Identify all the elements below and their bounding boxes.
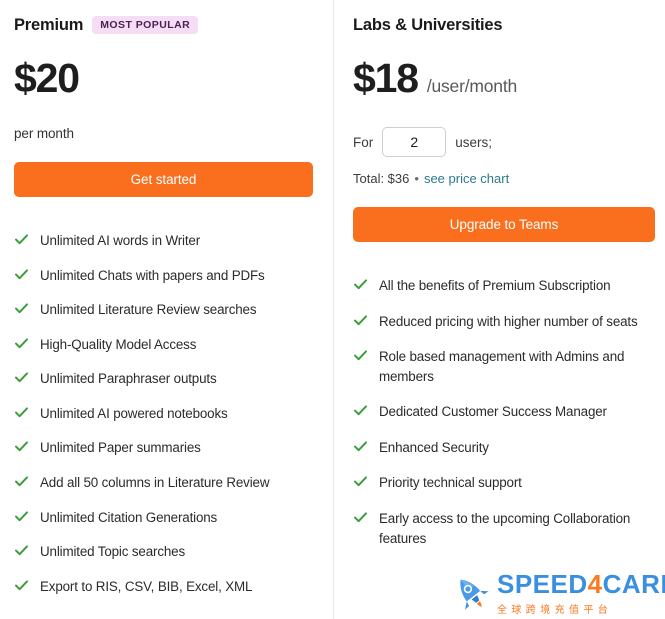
check-icon [14, 578, 29, 596]
feature-label: Unlimited AI powered notebooks [40, 405, 228, 421]
check-icon [353, 474, 368, 492]
check-icon [14, 301, 29, 319]
list-item: Reduced pricing with higher number of se… [353, 312, 655, 332]
feature-list-labs: All the benefits of Premium Subscription… [353, 276, 655, 548]
upgrade-to-teams-button[interactable]: Upgrade to Teams [353, 207, 655, 242]
check-icon [353, 348, 368, 366]
price-amount-labs: $18 [353, 55, 419, 101]
check-icon [353, 277, 368, 295]
plan-header-labs: Labs & Universities [353, 14, 655, 36]
check-icon [14, 474, 29, 492]
list-item: Dedicated Customer Success Manager [353, 402, 655, 422]
check-icon [14, 405, 29, 423]
feature-label: Unlimited Paper summaries [40, 440, 201, 456]
check-icon [14, 439, 29, 457]
feature-label: Enhanced Security [379, 439, 489, 455]
feature-label: Unlimited AI words in Writer [40, 233, 201, 248]
plan-title-labs: Labs & Universities [353, 15, 503, 34]
list-item: Export to RIS, CSV, BIB, Excel, XML [14, 577, 313, 597]
feature-label: High-Quality Model Access [40, 336, 197, 352]
check-icon [14, 336, 29, 354]
list-item: Unlimited Chats with papers and PDFs [14, 266, 313, 286]
feature-label: All the benefits of Premium Subscription [379, 278, 611, 293]
list-item: Role based management with Admins and me… [353, 347, 655, 386]
feature-label: Unlimited Literature Review searches [40, 302, 257, 318]
feature-label: Reduced pricing with higher number of se… [379, 313, 638, 329]
price-unit-labs: /user/month [426, 76, 518, 96]
plan-header-premium: Premium MOST POPULAR [14, 14, 313, 36]
price-row-premium: $20 [14, 58, 313, 102]
list-item: Early access to the upcoming Collaborati… [353, 509, 655, 548]
see-price-chart-link[interactable]: see price chart [424, 171, 509, 186]
plan-card-premium: Premium MOST POPULAR $20 per month Get s… [0, 0, 333, 619]
check-icon [353, 510, 368, 528]
list-item: Unlimited AI powered notebooks [14, 404, 313, 424]
plan-card-labs-universities: Labs & Universities $18 /user/month For … [333, 0, 665, 619]
list-item: Unlimited Paper summaries [14, 438, 313, 458]
feature-label: Dedicated Customer Success Manager [379, 404, 607, 420]
seats-quantity-input[interactable] [382, 127, 447, 157]
list-item: All the benefits of Premium Subscription [353, 276, 655, 296]
list-item: Unlimited Citation Generations [14, 508, 313, 528]
feature-list-premium: Unlimited AI words in Writer Unlimited C… [14, 231, 313, 596]
list-item: Unlimited Topic searches [14, 542, 313, 562]
feature-label: Early access to the upcoming Collaborati… [379, 510, 631, 546]
seats-suffix-label: users; [455, 134, 493, 150]
feature-label: Priority technical support [379, 475, 522, 491]
check-icon [14, 370, 29, 388]
total-row: Total: $36 • see price chart [353, 171, 655, 186]
list-item: Priority technical support [353, 473, 655, 493]
check-icon [353, 313, 368, 331]
seats-selector: For users; [353, 127, 655, 157]
check-icon [14, 543, 29, 561]
price-amount-premium: $20 [14, 55, 80, 101]
total-amount-label: Total: $36 [353, 171, 410, 186]
pricing-page: Premium MOST POPULAR $20 per month Get s… [0, 0, 665, 619]
check-icon [14, 267, 29, 285]
list-item: Unlimited AI words in Writer [14, 231, 313, 251]
seats-prefix-label: For [353, 134, 374, 150]
column-divider [333, 0, 334, 619]
feature-label: Add all 50 columns in Literature Review [40, 474, 270, 490]
total-separator: • [414, 171, 419, 186]
get-started-button[interactable]: Get started [14, 162, 313, 197]
feature-label: Unlimited Chats with papers and PDFs [40, 267, 265, 283]
list-item: Unlimited Literature Review searches [14, 300, 313, 320]
plan-title-premium: Premium [14, 15, 84, 34]
status-badge-most-popular: MOST POPULAR [92, 16, 199, 34]
feature-label: Unlimited Paraphraser outputs [40, 371, 217, 387]
price-row-labs: $18 /user/month [353, 58, 655, 102]
list-item: Add all 50 columns in Literature Review [14, 473, 313, 493]
check-icon [14, 509, 29, 527]
feature-label: Unlimited Topic searches [40, 544, 186, 560]
check-icon [353, 403, 368, 421]
feature-label: Export to RIS, CSV, BIB, Excel, XML [40, 578, 253, 594]
check-icon [14, 232, 29, 250]
list-item: Enhanced Security [353, 438, 655, 458]
feature-label: Unlimited Citation Generations [40, 509, 218, 525]
price-period-premium: per month [14, 126, 74, 141]
check-icon [353, 439, 368, 457]
list-item: Unlimited Paraphraser outputs [14, 369, 313, 389]
feature-label: Role based management with Admins and me… [379, 349, 625, 384]
list-item: High-Quality Model Access [14, 335, 313, 355]
